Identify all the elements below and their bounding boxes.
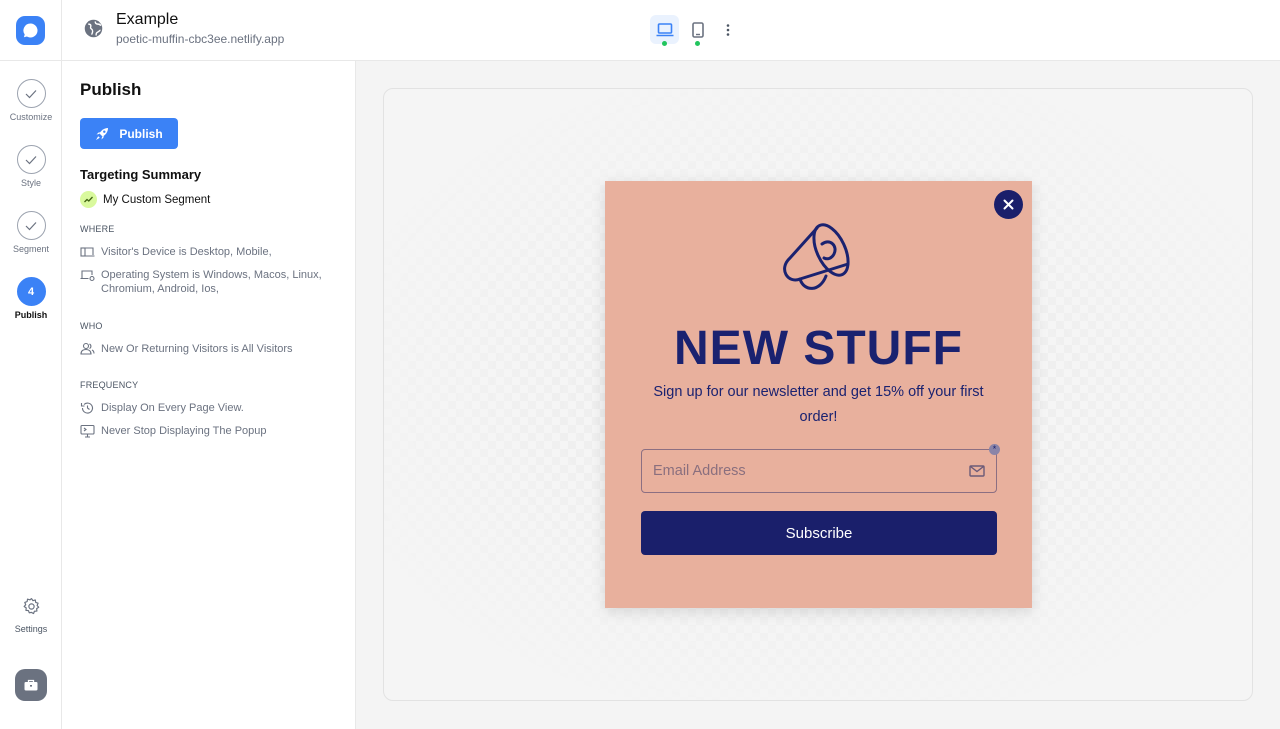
gear-icon <box>22 597 41 616</box>
rule-page-view: Display On Every Page View. <box>80 401 342 415</box>
step-label: Style <box>0 178 62 188</box>
step-style[interactable]: Style <box>0 145 62 188</box>
site-title: Example <box>116 10 284 30</box>
monitor-display-icon <box>80 424 95 438</box>
logo-cell <box>0 0 62 61</box>
device-switch <box>650 15 738 44</box>
settings-label: Settings <box>0 624 62 634</box>
popup-headline: NEW STUFF <box>605 321 1032 376</box>
step-label: Publish <box>0 310 62 320</box>
panel-title: Publish <box>80 80 141 100</box>
check-icon <box>25 89 37 99</box>
history-icon <box>80 401 95 415</box>
step-rail: Customize Style Segment 4 Publish Settin… <box>0 61 62 729</box>
rule-text: Display On Every Page View. <box>101 401 244 415</box>
briefcase-button[interactable] <box>15 669 47 701</box>
targeting-summary-title: Targeting Summary <box>80 167 201 182</box>
required-marker: * <box>989 444 1000 455</box>
app-root: Example poetic-muffin-cbc3ee.netlify.app <box>0 0 1280 729</box>
step-customize[interactable]: Customize <box>0 79 62 122</box>
globe-icon <box>83 18 104 39</box>
step-circle <box>17 145 46 174</box>
rule-text: Operating System is Windows, Macos, Linu… <box>101 268 342 296</box>
rule-never-stop: Never Stop Displaying The Popup <box>80 424 342 438</box>
email-field[interactable]: Email Address <box>641 449 997 493</box>
step-circle <box>17 79 46 108</box>
publish-button[interactable]: Publish <box>80 118 178 149</box>
preview-canvas: NEW STUFF Sign up for our newsletter and… <box>356 61 1280 729</box>
rule-device: Visitor's Device is Desktop, Mobile, <box>80 245 342 259</box>
publish-button-label: Publish <box>119 127 162 141</box>
app-logo-icon[interactable] <box>16 16 45 45</box>
monitor-settings-icon <box>80 268 95 282</box>
more-vertical-icon <box>726 24 730 36</box>
segment-item[interactable]: My Custom Segment <box>80 191 210 208</box>
popup-preview[interactable]: NEW STUFF Sign up for our newsletter and… <box>605 181 1032 608</box>
rule-visitors: New Or Returning Visitors is All Visitor… <box>80 342 342 356</box>
desktop-view-button[interactable] <box>650 15 679 44</box>
step-label: Customize <box>0 112 62 122</box>
email-placeholder: Email Address <box>653 463 746 479</box>
step-circle <box>17 211 46 240</box>
popup-subtext: Sign up for our newsletter and get 15% o… <box>645 380 992 430</box>
check-icon <box>25 155 37 165</box>
desktop-icon <box>656 23 674 37</box>
trend-icon <box>80 191 97 208</box>
step-label: Segment <box>0 244 62 254</box>
where-label: WHERE <box>80 224 115 234</box>
publish-panel: Publish Publish Targeting Summary My Cus… <box>62 61 356 729</box>
more-options-button[interactable] <box>718 15 738 44</box>
preview-frame: NEW STUFF Sign up for our newsletter and… <box>383 88 1253 701</box>
step-number: 4 <box>17 277 46 306</box>
site-info: Example poetic-muffin-cbc3ee.netlify.app <box>83 10 284 47</box>
top-bar: Example poetic-muffin-cbc3ee.netlify.app <box>0 0 1280 61</box>
step-publish[interactable]: 4 Publish <box>0 277 62 320</box>
step-segment[interactable]: Segment <box>0 211 62 254</box>
who-label: WHO <box>80 321 103 331</box>
rule-text: New Or Returning Visitors is All Visitor… <box>101 342 293 356</box>
check-icon <box>25 221 37 231</box>
rule-os: Operating System is Windows, Macos, Linu… <box>80 268 342 296</box>
rule-text: Visitor's Device is Desktop, Mobile, <box>101 245 272 259</box>
briefcase-icon <box>24 679 38 691</box>
segment-name: My Custom Segment <box>103 194 210 206</box>
rocket-icon <box>95 127 109 141</box>
devices-icon <box>80 245 95 259</box>
site-url[interactable]: poetic-muffin-cbc3ee.netlify.app <box>116 31 284 47</box>
megaphone-icon <box>778 214 858 294</box>
rule-text: Never Stop Displaying The Popup <box>101 424 267 438</box>
mobile-view-button[interactable] <box>683 15 712 44</box>
users-icon <box>80 342 95 356</box>
status-dot <box>695 41 700 46</box>
subscribe-button[interactable]: Subscribe <box>641 511 997 555</box>
settings-button[interactable]: Settings <box>0 597 62 634</box>
mail-icon <box>969 465 985 477</box>
frequency-label: FREQUENCY <box>80 380 138 390</box>
status-dot <box>662 41 667 46</box>
popup-close-button[interactable] <box>994 190 1023 219</box>
mobile-icon <box>692 22 704 38</box>
close-icon <box>1003 199 1014 210</box>
